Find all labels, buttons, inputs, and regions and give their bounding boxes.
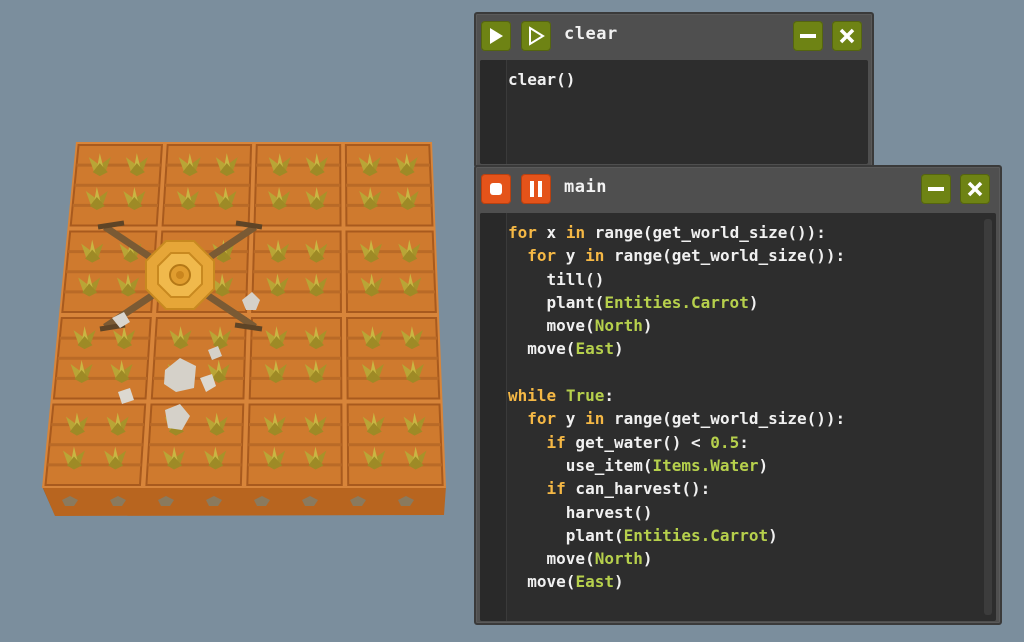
code-line[interactable]: for x in range(get_world_size()): <box>508 221 845 244</box>
clear-code[interactable]: clear() <box>508 68 575 91</box>
code-line[interactable]: move(East) <box>508 337 845 360</box>
code-line[interactable]: if can_harvest(): <box>508 477 845 500</box>
close-icon <box>839 28 855 44</box>
code-line[interactable] <box>508 361 845 384</box>
code-line[interactable]: while True: <box>508 384 845 407</box>
code-line[interactable]: for y in range(get_world_size()): <box>508 244 845 267</box>
farm-scene <box>42 142 446 516</box>
code-line[interactable]: move(North) <box>508 314 845 337</box>
pause-icon <box>530 181 542 197</box>
stop-icon <box>490 183 502 195</box>
close-button[interactable] <box>832 21 862 51</box>
line-gutter <box>480 213 507 621</box>
minimize-button[interactable] <box>921 174 951 204</box>
code-line[interactable]: if get_water() < 0.5: <box>508 431 845 454</box>
main-code-editor[interactable]: for x in range(get_world_size()): for y … <box>480 213 996 621</box>
run-button[interactable] <box>481 21 511 51</box>
stop-button[interactable] <box>481 174 511 204</box>
main-window-title: main <box>564 177 607 197</box>
main-window-titlebar[interactable]: main <box>476 167 1000 211</box>
farm-board-base <box>42 486 446 516</box>
minimize-icon <box>928 187 944 191</box>
code-line[interactable]: harvest() <box>508 501 845 524</box>
line-gutter <box>480 60 507 164</box>
clear-code-editor[interactable]: clear() <box>480 60 868 164</box>
code-line[interactable]: clear() <box>508 68 575 91</box>
clear-window-titlebar[interactable]: clear <box>476 14 872 58</box>
minimize-icon <box>800 34 816 38</box>
code-line[interactable]: for y in range(get_world_size()): <box>508 407 845 430</box>
close-button[interactable] <box>960 174 990 204</box>
code-line[interactable]: plant(Entities.Carrot) <box>508 291 845 314</box>
code-line[interactable]: use_item(Items.Water) <box>508 454 845 477</box>
clear-window-title: clear <box>564 24 618 44</box>
pause-button[interactable] <box>521 174 551 204</box>
code-line[interactable]: move(East) <box>508 570 845 593</box>
clear-window[interactable]: clear clear() <box>474 12 874 168</box>
close-icon <box>967 181 983 197</box>
step-button[interactable] <box>521 21 551 51</box>
play-icon <box>490 28 503 44</box>
play-outline-icon <box>529 26 545 46</box>
minimize-button[interactable] <box>793 21 823 51</box>
main-code[interactable]: for x in range(get_world_size()): for y … <box>508 221 845 594</box>
code-line[interactable]: move(North) <box>508 547 845 570</box>
code-line[interactable]: plant(Entities.Carrot) <box>508 524 845 547</box>
code-line[interactable]: till() <box>508 268 845 291</box>
editor-scrollbar[interactable] <box>984 219 992 615</box>
main-window[interactable]: main for x in range(get_world_size()): f… <box>474 165 1002 625</box>
